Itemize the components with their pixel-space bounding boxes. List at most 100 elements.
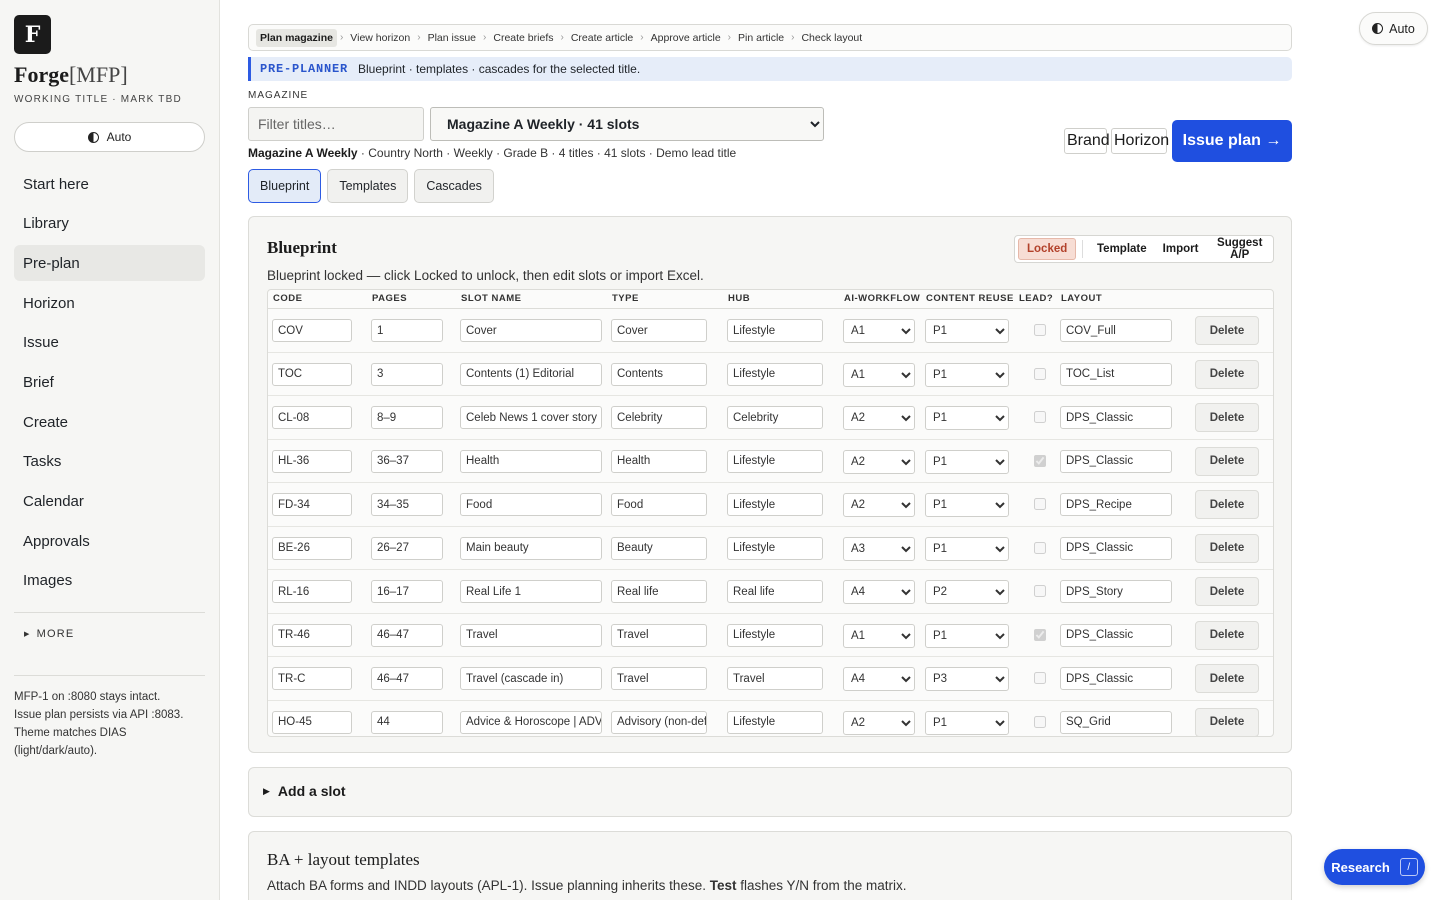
delete-row-button[interactable]: Delete: [1195, 490, 1259, 519]
add-slot-card[interactable]: ▶ Add a slot: [248, 767, 1292, 817]
type-input[interactable]: [611, 493, 707, 516]
code-input[interactable]: [272, 319, 352, 342]
layout-input[interactable]: [1060, 667, 1172, 690]
hub-input[interactable]: [727, 710, 823, 734]
slot-name-input[interactable]: [460, 362, 602, 386]
delete-row-button[interactable]: Delete: [1195, 359, 1259, 389]
delete-row-button[interactable]: Delete: [1195, 403, 1259, 432]
locked-toggle-button[interactable]: Locked: [1018, 238, 1077, 260]
delete-row-button[interactable]: Delete: [1195, 446, 1259, 476]
ai-workflow-select[interactable]: A1A2A3A4: [843, 536, 915, 561]
code-input[interactable]: [272, 580, 352, 603]
lead-checkbox[interactable]: [1034, 454, 1046, 467]
type-input[interactable]: [611, 667, 707, 690]
sidebar-item-pre-plan[interactable]: Pre-plan: [14, 245, 205, 282]
slot-name-input[interactable]: [460, 580, 602, 603]
lead-checkbox[interactable]: [1034, 498, 1046, 510]
pages-input[interactable]: [371, 580, 443, 603]
content-reuse-select[interactable]: P1P2P3: [925, 319, 1009, 343]
layout-input[interactable]: [1060, 536, 1172, 560]
type-input[interactable]: [611, 449, 707, 473]
breadcrumb-step[interactable]: Plan issue: [424, 29, 480, 47]
layout-input[interactable]: [1060, 449, 1172, 473]
content-reuse-select[interactable]: P1P2P3: [925, 667, 1009, 691]
breadcrumb-step[interactable]: Approve article: [647, 29, 725, 47]
layout-input[interactable]: [1060, 406, 1172, 429]
lead-checkbox[interactable]: [1034, 541, 1046, 554]
sidebar-item-horizon[interactable]: Horizon: [14, 285, 205, 321]
ai-workflow-select[interactable]: A1A2A3A4: [843, 493, 915, 517]
ai-workflow-select[interactable]: A1A2A3A4: [843, 319, 915, 343]
lead-checkbox[interactable]: [1034, 367, 1046, 380]
ai-workflow-select[interactable]: A1A2A3A4: [843, 580, 915, 604]
hub-input[interactable]: [727, 536, 823, 560]
type-input[interactable]: [611, 406, 707, 429]
pages-input[interactable]: [371, 667, 443, 690]
code-input[interactable]: [272, 406, 352, 429]
code-input[interactable]: [272, 623, 352, 647]
layout-input[interactable]: [1060, 710, 1172, 734]
filter-titles-input[interactable]: [248, 107, 424, 141]
sidebar-item-approvals[interactable]: Approvals: [14, 523, 205, 559]
ai-workflow-select[interactable]: A1A2A3A4: [843, 710, 915, 735]
sidebar-theme-toggle[interactable]: Auto: [14, 122, 205, 152]
hub-input[interactable]: [727, 362, 823, 386]
magazine-select[interactable]: Magazine A Weekly · 41 slots: [430, 107, 824, 141]
content-reuse-select[interactable]: P1P2P3: [925, 493, 1009, 517]
sidebar-item-brief[interactable]: Brief: [14, 364, 205, 400]
sidebar-item-images[interactable]: Images: [14, 563, 205, 599]
lead-checkbox[interactable]: [1034, 585, 1046, 597]
add-slot-summary[interactable]: ▶ Add a slot: [263, 783, 346, 799]
sidebar-item-issue[interactable]: Issue: [14, 325, 205, 361]
app-logo[interactable]: F: [14, 15, 51, 54]
delete-row-button[interactable]: Delete: [1195, 664, 1259, 693]
content-reuse-select[interactable]: P1P2P3: [925, 406, 1009, 430]
slot-name-input[interactable]: [460, 710, 602, 734]
breadcrumb-step[interactable]: Pin article: [734, 29, 788, 47]
layout-input[interactable]: [1060, 623, 1172, 647]
breadcrumb-step[interactable]: View horizon: [346, 29, 414, 47]
ai-workflow-select[interactable]: A1A2A3A4: [843, 667, 915, 691]
hub-input[interactable]: [727, 406, 823, 429]
ai-workflow-select[interactable]: A1A2A3A4: [843, 449, 915, 474]
breadcrumb-step[interactable]: Create briefs: [489, 29, 557, 47]
delete-row-button[interactable]: Delete: [1195, 577, 1259, 606]
type-input[interactable]: [611, 536, 707, 560]
lead-checkbox[interactable]: [1034, 628, 1046, 641]
code-input[interactable]: [272, 362, 352, 386]
pages-input[interactable]: [371, 493, 443, 516]
hub-input[interactable]: [727, 319, 823, 342]
hub-input[interactable]: [727, 493, 823, 516]
hub-input[interactable]: [727, 623, 823, 647]
pages-input[interactable]: [371, 449, 443, 473]
content-reuse-select[interactable]: P1P2P3: [925, 536, 1009, 561]
layout-input[interactable]: [1060, 580, 1172, 603]
slot-name-input[interactable]: [460, 623, 602, 647]
delete-row-button[interactable]: Delete: [1195, 707, 1259, 736]
issue-plan-button[interactable]: Issue plan →: [1172, 120, 1292, 162]
lead-checkbox[interactable]: [1034, 715, 1046, 728]
pages-input[interactable]: [371, 710, 443, 734]
type-input[interactable]: [611, 623, 707, 647]
lead-checkbox[interactable]: [1034, 672, 1046, 684]
delete-row-button[interactable]: Delete: [1195, 533, 1259, 563]
slot-name-input[interactable]: [460, 493, 602, 516]
pages-input[interactable]: [371, 362, 443, 386]
code-input[interactable]: [272, 449, 352, 473]
brand-button[interactable]: Brand: [1064, 128, 1110, 154]
ai-workflow-select[interactable]: A1A2A3A4: [843, 406, 915, 430]
breadcrumb-step[interactable]: Plan magazine: [256, 28, 337, 47]
top-theme-toggle[interactable]: Auto: [1359, 12, 1428, 45]
code-input[interactable]: [272, 493, 352, 516]
slot-name-input[interactable]: [460, 667, 602, 690]
pages-input[interactable]: [371, 623, 443, 647]
lead-checkbox[interactable]: [1034, 324, 1046, 336]
slot-name-input[interactable]: [460, 319, 602, 342]
content-reuse-select[interactable]: P1P2P3: [925, 580, 1009, 604]
sidebar-item-start-here[interactable]: Start here: [14, 166, 205, 202]
breadcrumb-step[interactable]: Check layout: [797, 29, 866, 47]
type-input[interactable]: [611, 362, 707, 386]
type-input[interactable]: [611, 710, 707, 734]
type-input[interactable]: [611, 319, 707, 342]
layout-input[interactable]: [1060, 319, 1172, 342]
